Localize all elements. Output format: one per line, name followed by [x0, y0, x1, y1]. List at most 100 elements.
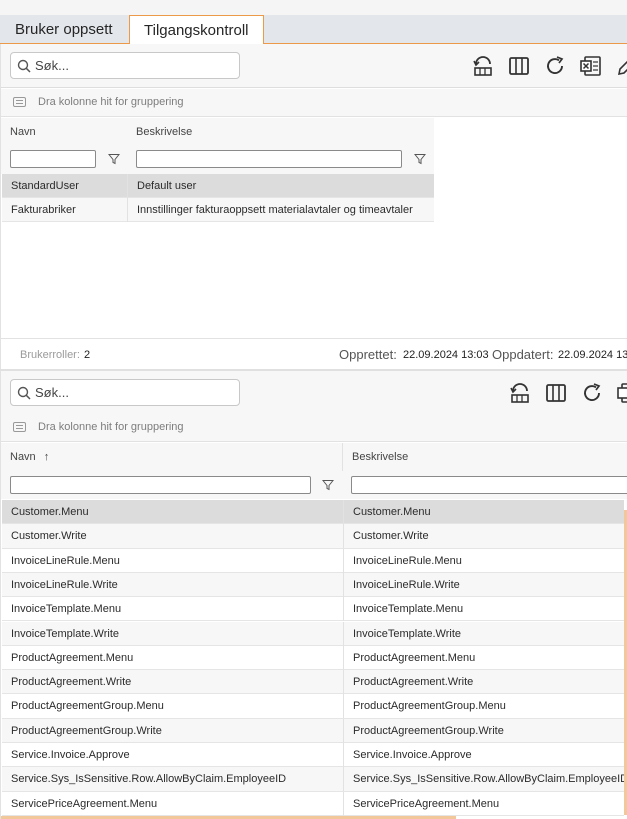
cell-beskrivelse: InvoiceLineRule.Write: [343, 572, 624, 597]
updated-value: 22.09.2024 13:: [558, 349, 627, 361]
permissions-toolbar: [1, 371, 627, 415]
sort-ascending-icon: ↑: [43, 451, 50, 463]
roles-panel: Dra kolonne hit for gruppering Navn Besk…: [0, 44, 627, 370]
cell-beskrivelse: Service.Sys_IsSensitive.Row.AllowByClaim…: [343, 767, 624, 792]
excel-icon: [580, 56, 601, 76]
cell-beskrivelse: Service.Invoice.Approve: [343, 743, 624, 767]
cell-beskrivelse: ProductAgreement.Write: [343, 670, 624, 695]
cell-navn: ProductAgreement.Write: [11, 676, 132, 689]
table-row[interactable]: Service.Sys_IsSensitive.Row.AllowByClaim…: [2, 767, 624, 792]
cell-navn: Fakturabriker: [11, 204, 76, 216]
reset-layout-button[interactable]: [508, 381, 532, 405]
cell-navn: StandardUser: [11, 180, 79, 192]
export-excel-button[interactable]: [616, 381, 627, 405]
cell-navn: InvoiceTemplate.Write: [11, 627, 120, 640]
roles-status-bar: Brukerroller: 2 Opprettet: 22.09.2024 13…: [1, 338, 627, 368]
created-label: Opprettet:: [339, 347, 397, 362]
search-icon: [17, 59, 31, 73]
table-row[interactable]: ProductAgreement.Menu ProductAgreement.Me…: [2, 645, 624, 671]
cell-beskrivelse: Customer.Menu: [343, 500, 624, 524]
tab-tilgangskontroll[interactable]: Tilgangskontroll: [129, 15, 264, 45]
table-row[interactable]: Fakturabriker Innstillinger fakturaoppse…: [2, 198, 434, 223]
group-panel-hint: Dra kolonne hit for gruppering: [38, 421, 184, 433]
table-row[interactable]: InvoiceTemplate.Write InvoiceTemplate.Wri…: [2, 621, 624, 646]
roles-group-panel[interactable]: Dra kolonne hit for gruppering: [1, 89, 627, 117]
permissions-search-input[interactable]: [33, 383, 233, 402]
pencil-icon: [617, 60, 627, 76]
reset-layout-button[interactable]: [471, 54, 495, 78]
cell-beskrivelse: Innstillinger fakturaoppsett materialavt…: [127, 198, 434, 222]
cell-navn: ServicePriceAgreement.Menu: [11, 797, 158, 810]
cell-beskrivelse: ProductAgreement.Menu: [343, 645, 624, 670]
cell-beskrivelse: Customer.Write: [343, 524, 624, 549]
roles-search-box[interactable]: [10, 52, 240, 79]
filter-input-navn[interactable]: [10, 476, 311, 494]
cell-navn: ProductAgreementGroup.Write: [11, 724, 162, 737]
filter-icon[interactable]: [414, 153, 426, 165]
table-row[interactable]: StandardUser Default user: [2, 174, 434, 199]
column-header-navn[interactable]: Navn: [1, 118, 127, 146]
roles-count-value: 2: [84, 349, 91, 361]
cell-navn: Customer.Menu: [11, 506, 89, 518]
cell-beskrivelse: InvoiceLineRule.Menu: [343, 548, 624, 573]
columns-icon: [509, 57, 529, 75]
roles-count-label: Brukerroller:: [20, 349, 80, 361]
cell-beskrivelse: ProductAgreementGroup.Write: [343, 718, 624, 743]
tab-bruker-oppsett[interactable]: Bruker oppsett: [1, 15, 127, 44]
reset-layout-icon: [510, 383, 529, 403]
cell-navn: Service.Sys_IsSensitive.Row.AllowByClaim…: [11, 773, 287, 786]
cell-navn: Customer.Write: [11, 530, 87, 543]
table-row[interactable]: InvoiceLineRule.Write InvoiceLineRule.Wri…: [2, 572, 624, 598]
cell-navn: InvoiceTemplate.Menu: [11, 603, 122, 616]
cell-navn: ProductAgreement.Menu: [11, 651, 134, 664]
columns-button[interactable]: [544, 381, 568, 405]
filter-icon[interactable]: [322, 479, 334, 491]
group-panel-icon: [13, 422, 26, 432]
cell-beskrivelse: InvoiceTemplate.Menu: [343, 597, 624, 622]
filter-input-beskrivelse[interactable]: [136, 150, 402, 168]
cell-beskrivelse: ServicePriceAgreement.Menu: [343, 791, 624, 816]
column-header-label: Navn: [10, 451, 36, 463]
table-row[interactable]: Customer.Menu Customer.Menu: [2, 500, 624, 525]
window-top-strip: [0, 0, 627, 15]
columns-icon: [546, 384, 566, 402]
tab-bar: Bruker oppsett Tilgangskontroll: [0, 15, 627, 45]
table-row[interactable]: ServicePriceAgreement.Menu ServicePriceAg…: [2, 791, 624, 816]
cell-navn: Service.Invoice.Approve: [11, 749, 130, 761]
filter-icon[interactable]: [108, 153, 120, 165]
column-header-navn[interactable]: Navn ↑: [1, 443, 342, 471]
refresh-icon: [547, 56, 564, 74]
column-header-beskrivelse[interactable]: Beskrivelse: [127, 118, 434, 146]
cell-beskrivelse: InvoiceTemplate.Write: [343, 621, 624, 646]
search-icon: [17, 386, 31, 400]
edit-button[interactable]: [615, 54, 627, 78]
export-excel-button[interactable]: [579, 54, 603, 78]
table-row[interactable]: Service.Invoice.Approve Service.Invoice.A…: [2, 743, 624, 768]
table-row[interactable]: ProductAgreementGroup.Menu ProductAgreeme…: [2, 694, 624, 719]
refresh-button[interactable]: [580, 381, 604, 405]
refresh-button[interactable]: [543, 54, 567, 78]
table-row[interactable]: InvoiceLineRule.Menu InvoiceLineRule.Menu: [2, 548, 624, 573]
cell-navn: ProductAgreementGroup.Menu: [11, 700, 164, 713]
roles-search-input[interactable]: [33, 56, 233, 75]
columns-button[interactable]: [507, 54, 531, 78]
filter-input-beskrivelse[interactable]: [351, 476, 627, 494]
column-header-beskrivelse[interactable]: Beskrivelse: [342, 443, 627, 471]
cell-beskrivelse: ProductAgreementGroup.Menu: [343, 694, 624, 719]
table-row[interactable]: ProductAgreement.Write ProductAgreement.W…: [2, 670, 624, 695]
cell-navn: InvoiceLineRule.Menu: [11, 554, 120, 567]
permissions-group-panel[interactable]: Dra kolonne hit for gruppering: [1, 414, 627, 442]
permissions-search-box[interactable]: [10, 379, 240, 406]
updated-label: Oppdatert:: [492, 347, 554, 362]
group-panel-icon: [13, 97, 26, 107]
table-row[interactable]: Customer.Write Customer.Write: [2, 524, 624, 549]
table-row[interactable]: InvoiceTemplate.Menu InvoiceTemplate.Menu: [2, 597, 624, 622]
filter-input-navn[interactable]: [10, 150, 96, 168]
table-row[interactable]: ProductAgreementGroup.Write ProductAgreem…: [2, 718, 624, 743]
reset-layout-icon: [473, 56, 492, 76]
refresh-icon: [584, 383, 601, 401]
cell-navn: InvoiceLineRule.Write: [11, 578, 118, 591]
excel-icon: [617, 383, 627, 403]
group-panel-hint: Dra kolonne hit for gruppering: [38, 96, 184, 108]
created-value: 22.09.2024 13:03: [403, 349, 489, 361]
